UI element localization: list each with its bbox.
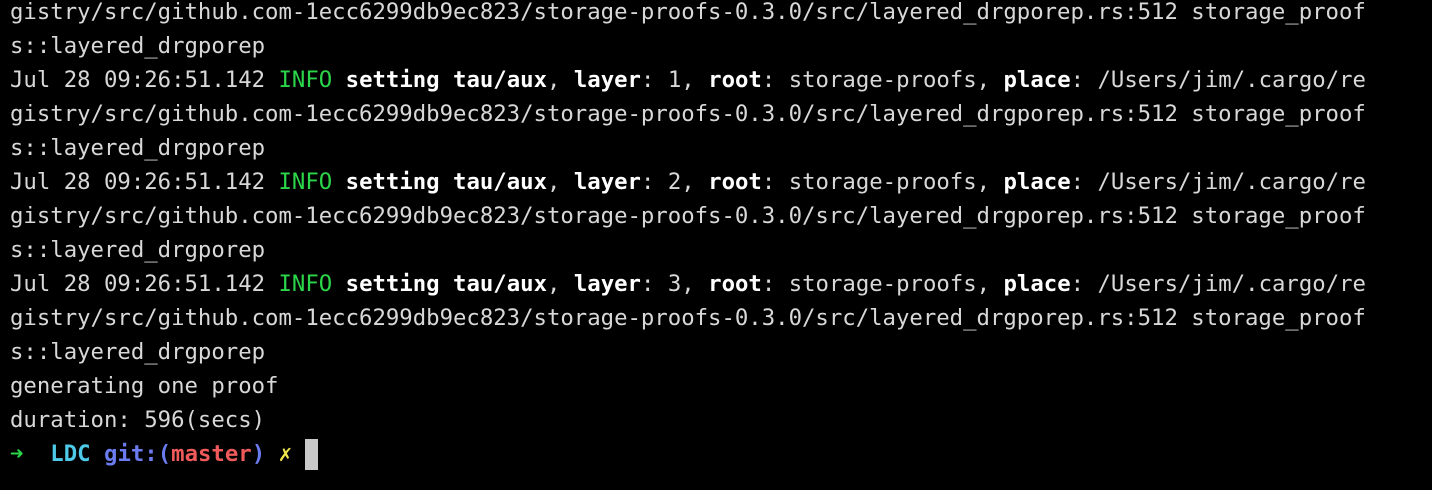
log-text: s::layered_drgporep <box>10 339 266 365</box>
log-level: INFO <box>278 169 333 195</box>
log-value-layer: 1 <box>667 67 682 93</box>
log-line-wrap: s::layered_drgporep <box>10 29 265 63</box>
log-timestamp: Jul 28 09:26:51.142 <box>10 271 266 297</box>
log-level: INFO <box>278 67 333 93</box>
log-message: setting tau/aux <box>345 271 547 297</box>
log-key-layer: layer <box>573 271 641 297</box>
log-text: gistry/src/github.com-1ecc6299db9ec823/s… <box>10 101 1366 127</box>
log-line: Jul 28 09:26:51.142 INFO setting tau/aux… <box>10 67 1366 93</box>
log-line-wrap: s::layered_drgporep <box>10 131 265 165</box>
log-line-wrap: gistry/src/github.com-1ecc6299db9ec823/s… <box>10 301 1366 335</box>
log-message: setting tau/aux <box>345 67 547 93</box>
prompt-arrow-icon: ➜ <box>10 441 24 467</box>
log-value-layer: 3 <box>667 271 682 297</box>
log-timestamp: Jul 28 09:26:51.142 <box>10 67 266 93</box>
log-value-place: /Users/jim/.cargo/re <box>1097 271 1366 297</box>
prompt-git-prefix: git:( <box>104 441 172 467</box>
log-text: s::layered_drgporep <box>10 237 266 263</box>
log-line-wrap: s::layered_drgporep <box>10 335 265 369</box>
log-value-root: storage-proofs <box>788 271 977 297</box>
log-key-root: root <box>708 169 762 195</box>
log-level: INFO <box>278 271 333 297</box>
log-key-layer: layer <box>573 169 641 195</box>
log-text: s::layered_drgporep <box>10 135 266 161</box>
log-key-place: place <box>1003 271 1071 297</box>
prompt-directory: LDC <box>50 441 91 467</box>
output-generating: generating one proof <box>10 373 279 399</box>
log-text: gistry/src/github.com-1ecc6299db9ec823/s… <box>10 305 1366 331</box>
log-line-wrap: gistry/src/github.com-1ecc6299db9ec823/s… <box>10 0 1366 29</box>
log-message: setting tau/aux <box>345 169 547 195</box>
prompt-dirty-icon: ✗ <box>278 441 292 467</box>
prompt-git-branch: master <box>171 441 252 467</box>
log-line-wrap: s::layered_drgporep <box>10 233 265 267</box>
log-line: Jul 28 09:26:51.142 INFO setting tau/aux… <box>10 169 1366 195</box>
log-text: gistry/src/github.com-1ecc6299db9ec823/s… <box>10 0 1366 25</box>
log-key-root: root <box>708 67 762 93</box>
terminal-cursor[interactable] <box>305 439 319 470</box>
log-key-place: place <box>1003 169 1071 195</box>
log-key-root: root <box>708 271 762 297</box>
log-value-root: storage-proofs <box>788 169 977 195</box>
log-line-wrap: gistry/src/github.com-1ecc6299db9ec823/s… <box>10 199 1366 233</box>
log-line-wrap: gistry/src/github.com-1ecc6299db9ec823/s… <box>10 97 1366 131</box>
output-duration: duration: 596(secs) <box>10 407 266 433</box>
log-text: gistry/src/github.com-1ecc6299db9ec823/s… <box>10 203 1366 229</box>
log-value-place: /Users/jim/.cargo/re <box>1097 67 1366 93</box>
log-value-place: /Users/jim/.cargo/re <box>1097 169 1366 195</box>
log-key-layer: layer <box>573 67 641 93</box>
log-value-root: storage-proofs <box>788 67 977 93</box>
log-key-place: place <box>1003 67 1071 93</box>
log-text: s::layered_drgporep <box>10 33 266 59</box>
log-timestamp: Jul 28 09:26:51.142 <box>10 169 266 195</box>
log-line: Jul 28 09:26:51.142 INFO setting tau/aux… <box>10 271 1366 297</box>
shell-prompt[interactable]: ➜ LDC git:(master) ✗ <box>10 437 319 471</box>
prompt-git-suffix: ) <box>251 441 266 467</box>
log-value-layer: 2 <box>667 169 682 195</box>
terminal-window[interactable]: gistry/src/github.com-1ecc6299db9ec823/s… <box>0 0 1432 490</box>
